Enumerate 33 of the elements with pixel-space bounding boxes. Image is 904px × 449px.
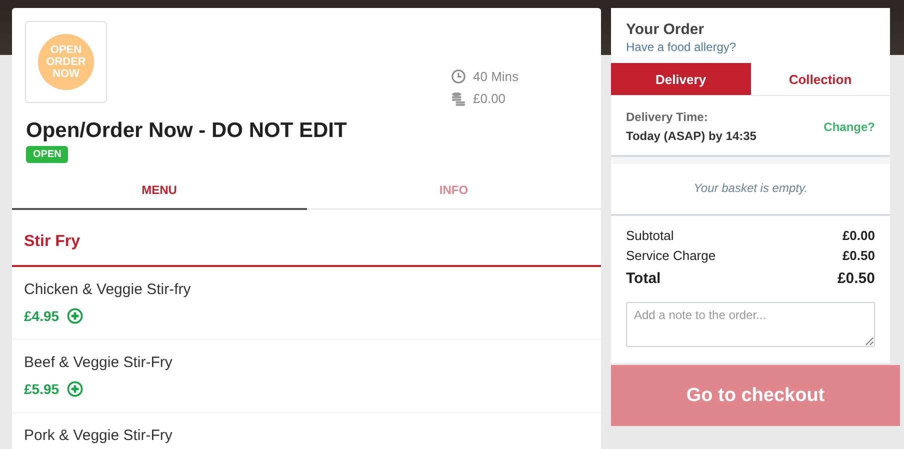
checkout-button[interactable]: Go to checkout bbox=[611, 365, 900, 426]
item-price: £5.95 bbox=[24, 381, 60, 397]
delivery-time: 40 Mins bbox=[473, 68, 519, 84]
delivery-fee: £0.00 bbox=[473, 90, 506, 106]
add-icon[interactable] bbox=[67, 308, 84, 324]
allergy-link[interactable]: Have a food allergy? bbox=[611, 38, 890, 63]
total-value: £0.50 bbox=[837, 269, 875, 289]
total-label: Subtotal bbox=[626, 227, 674, 245]
logo-badge: OPEN ORDER NOW bbox=[38, 34, 94, 90]
total-label: Service Charge bbox=[626, 247, 716, 265]
tab[interactable]: INFO bbox=[306, 173, 601, 210]
add-icon[interactable] bbox=[67, 381, 84, 397]
time-label: Delivery Time: bbox=[626, 110, 709, 124]
item-name: Chicken & Veggie Stir-fry bbox=[24, 281, 192, 298]
item-name: Beef & Veggie Stir-Fry bbox=[24, 354, 174, 371]
coins-icon bbox=[451, 90, 466, 106]
item-price: £4.95 bbox=[24, 308, 60, 324]
status-badge: OPEN bbox=[26, 146, 68, 163]
tab[interactable]: MENU bbox=[12, 173, 306, 210]
change-link[interactable]: Change? bbox=[824, 120, 875, 134]
total-value: £0.00 bbox=[842, 227, 875, 245]
total-value: £0.50 bbox=[842, 247, 875, 265]
mode-tab[interactable]: Collection bbox=[750, 63, 890, 95]
mode-tab[interactable]: Delivery bbox=[611, 63, 750, 95]
total-label: Total bbox=[626, 269, 661, 289]
empty-message: Your basket is empty. bbox=[611, 157, 890, 216]
clock-icon bbox=[451, 68, 466, 84]
item-name: Pork & Veggie Stir-Fry bbox=[24, 427, 174, 444]
order-title: Your Order bbox=[625, 20, 706, 38]
restaurant-name: Open/Order Now - DO NOT EDIT bbox=[25, 118, 348, 143]
note-field[interactable]: Add a note to the order... bbox=[626, 302, 875, 347]
time-value: Today (ASAP) by 14:35 bbox=[626, 129, 756, 143]
category-heading: Stir Fry bbox=[12, 210, 601, 267]
